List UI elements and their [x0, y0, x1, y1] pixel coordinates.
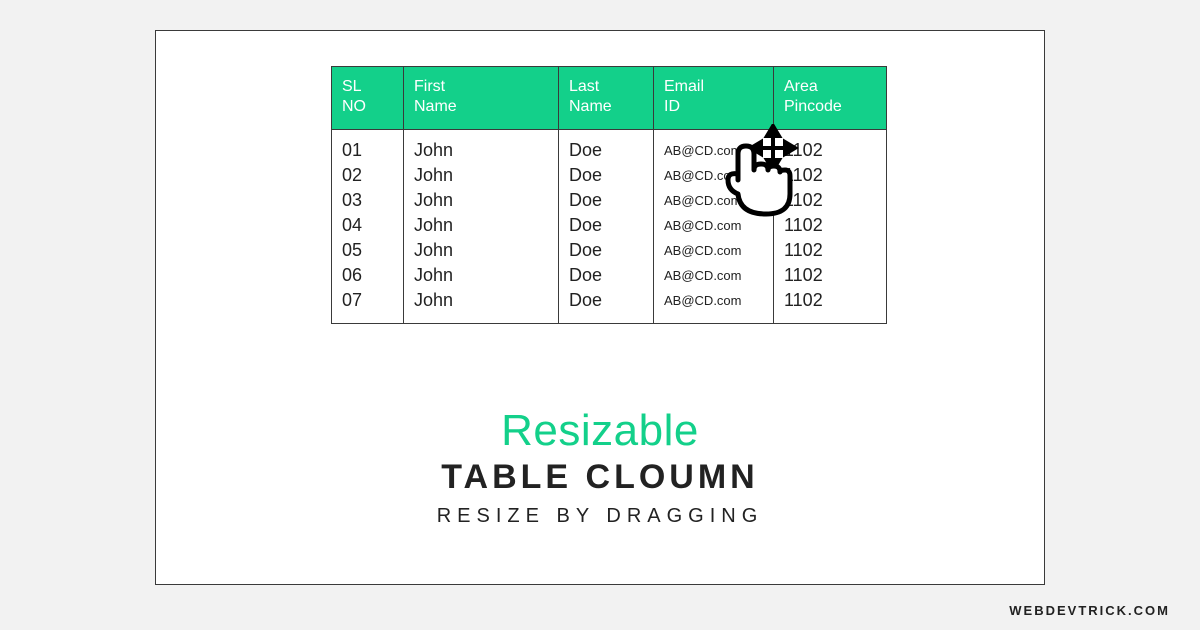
th-area-pincode: AreaPincode	[774, 67, 887, 130]
th-label: EmailID	[664, 78, 704, 115]
cell-area: 1102	[774, 288, 887, 324]
cell-sl: 02	[332, 163, 404, 188]
table-row: 07JohnDoeAB@CD.com1102	[332, 288, 887, 324]
cell-last: Doe	[559, 288, 654, 324]
table-row: 03JohnDoeAB@CD.com1102	[332, 188, 887, 213]
resizable-table: SLNO FirstName LastName EmailID AreaPinc…	[331, 66, 886, 324]
cell-last: Doe	[559, 163, 654, 188]
data-table: SLNO FirstName LastName EmailID AreaPinc…	[331, 66, 887, 324]
th-first-name: FirstName	[404, 67, 559, 130]
cell-area: 1102	[774, 263, 887, 288]
cell-email: AB@CD.com	[654, 130, 774, 164]
cell-area: 1102	[774, 213, 887, 238]
title-line-2: TABLE CLOUMN	[156, 458, 1044, 497]
cell-email: AB@CD.com	[654, 288, 774, 324]
th-last-name: LastName	[559, 67, 654, 130]
cell-sl: 03	[332, 188, 404, 213]
cell-sl: 07	[332, 288, 404, 324]
cell-email: AB@CD.com	[654, 263, 774, 288]
cell-first: John	[404, 130, 559, 164]
title-line-3: RESIZE BY DRAGGING	[156, 505, 1044, 528]
demo-panel: SLNO FirstName LastName EmailID AreaPinc…	[155, 30, 1045, 585]
site-credit: WEBDEVTRICK.COM	[1009, 603, 1170, 618]
cell-area: 1102	[774, 238, 887, 263]
cell-last: Doe	[559, 263, 654, 288]
cell-first: John	[404, 213, 559, 238]
th-email-id: EmailID	[654, 67, 774, 130]
cell-email: AB@CD.com	[654, 163, 774, 188]
cell-last: Doe	[559, 213, 654, 238]
th-label: AreaPincode	[784, 78, 842, 115]
cell-area: 1102	[774, 188, 887, 213]
cell-first: John	[404, 288, 559, 324]
cell-sl: 01	[332, 130, 404, 164]
cell-area: 1102	[774, 163, 887, 188]
cell-sl: 05	[332, 238, 404, 263]
title-block: Resizable TABLE CLOUMN RESIZE BY DRAGGIN…	[156, 406, 1044, 528]
cell-first: John	[404, 163, 559, 188]
table-row: 01JohnDoeAB@CD.com1102	[332, 130, 887, 164]
table-header-row: SLNO FirstName LastName EmailID AreaPinc…	[332, 67, 887, 130]
th-label: FirstName	[414, 78, 457, 115]
table-row: 04JohnDoeAB@CD.com1102	[332, 213, 887, 238]
cell-last: Doe	[559, 238, 654, 263]
cell-first: John	[404, 188, 559, 213]
cell-last: Doe	[559, 130, 654, 164]
cell-email: AB@CD.com	[654, 213, 774, 238]
title-line-1: Resizable	[156, 406, 1044, 456]
cell-first: John	[404, 263, 559, 288]
cell-email: AB@CD.com	[654, 188, 774, 213]
table-row: 02JohnDoeAB@CD.com1102	[332, 163, 887, 188]
th-label: LastName	[569, 78, 612, 115]
cell-last: Doe	[559, 188, 654, 213]
table-row: 06JohnDoeAB@CD.com1102	[332, 263, 887, 288]
th-label: SLNO	[342, 78, 366, 115]
table-row: 05JohnDoeAB@CD.com1102	[332, 238, 887, 263]
cell-sl: 04	[332, 213, 404, 238]
cell-email: AB@CD.com	[654, 238, 774, 263]
cell-first: John	[404, 238, 559, 263]
th-sl-no: SLNO	[332, 67, 404, 130]
cell-sl: 06	[332, 263, 404, 288]
cell-area: 1102	[774, 130, 887, 164]
